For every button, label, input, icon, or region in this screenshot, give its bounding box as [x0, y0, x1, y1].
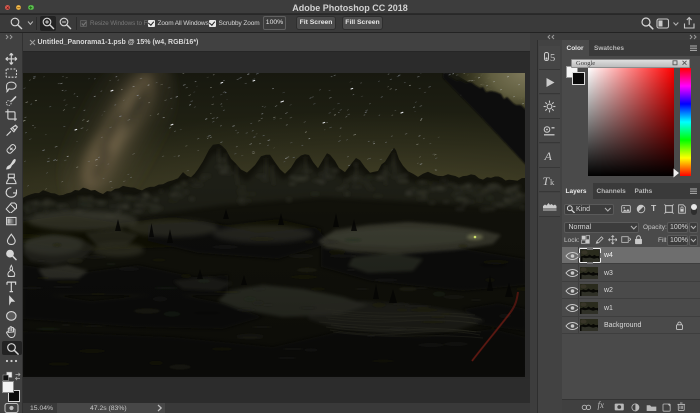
- svg-text:k: k: [550, 177, 555, 187]
- svg-text:5: 5: [550, 53, 555, 64]
- svg-text:A: A: [544, 149, 553, 163]
